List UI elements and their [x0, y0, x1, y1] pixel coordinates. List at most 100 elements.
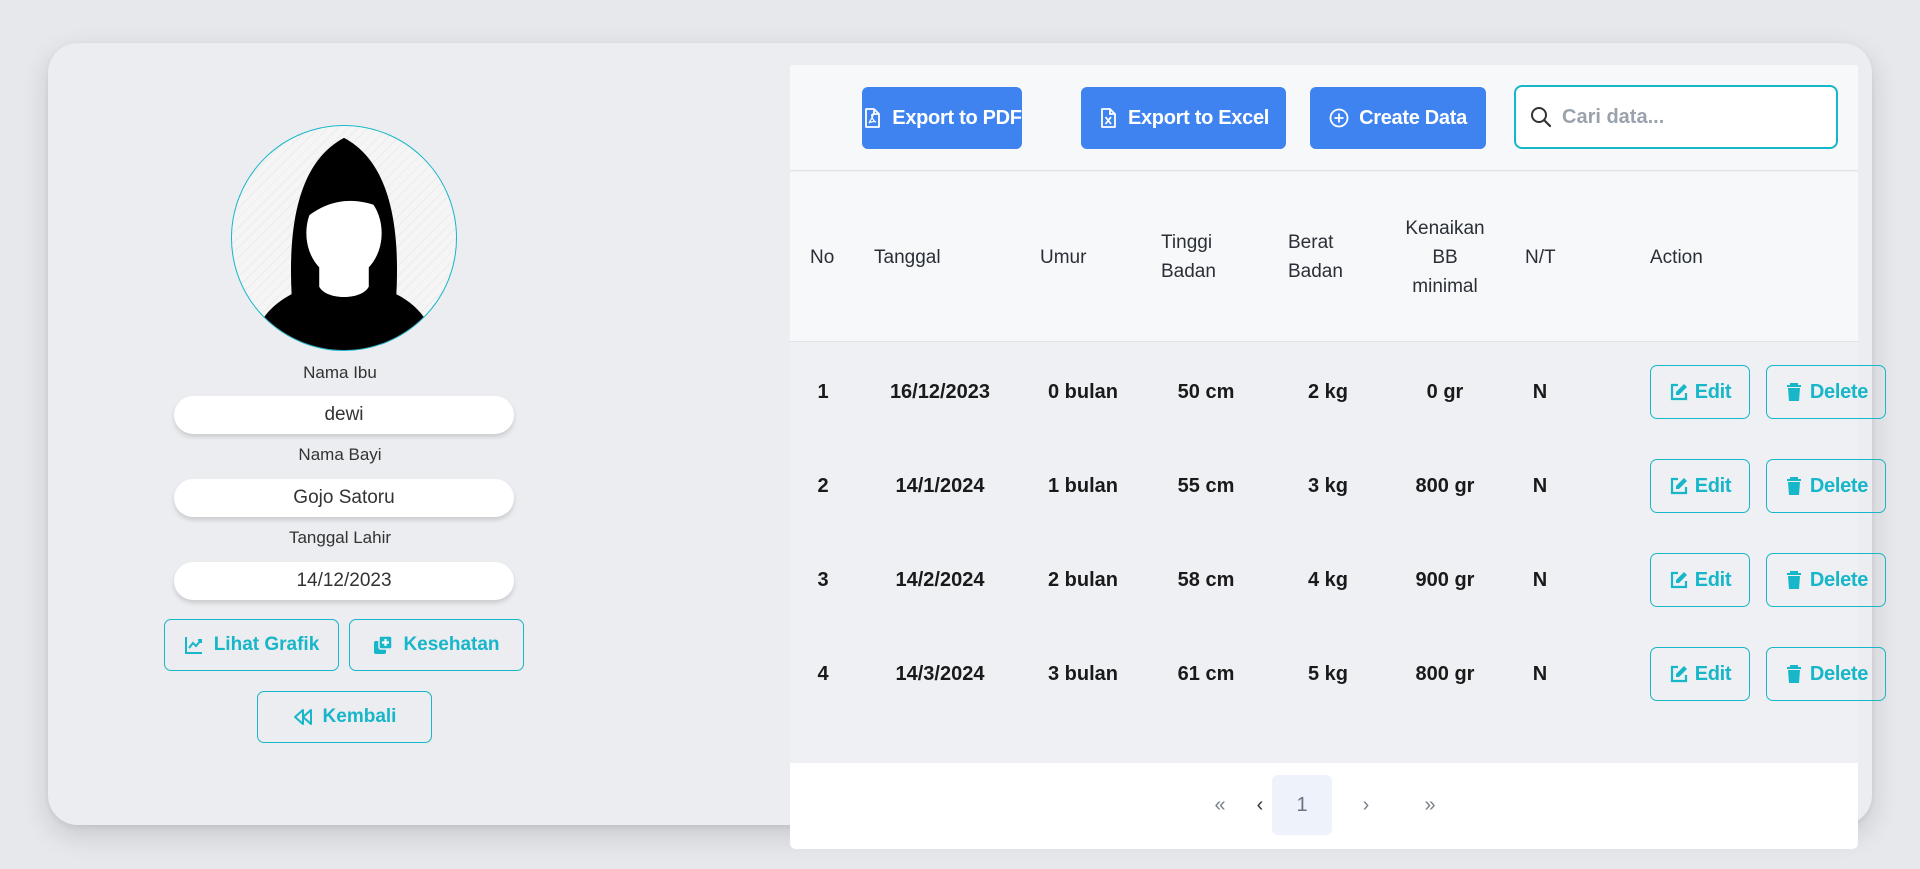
search-input[interactable]: [1562, 105, 1812, 129]
back-button[interactable]: Kembali: [257, 691, 432, 743]
edit-label: Edit: [1694, 380, 1732, 403]
col-action: Action: [1650, 246, 1703, 268]
col-gain-line1: Kenaikan: [1405, 217, 1485, 239]
create-data-label: Create Data: [1359, 106, 1467, 129]
female-avatar-icon: [251, 137, 437, 350]
rewind-icon: [293, 709, 312, 725]
cell-nt: N: [1532, 474, 1548, 497]
export-excel-label: Export to Excel: [1127, 106, 1270, 129]
cell-height: 50 cm: [1177, 380, 1235, 403]
mother-name-value: dewi: [174, 396, 514, 434]
baby-name-value: Gojo Satoru: [174, 479, 514, 517]
trash-icon: [1786, 665, 1801, 683]
last-page-button[interactable]: »: [1400, 775, 1460, 835]
export-pdf-label: Export to PDF: [892, 106, 1022, 129]
edit-label: Edit: [1694, 662, 1732, 685]
cell-no: 3: [817, 568, 829, 591]
cell-no: 4: [817, 662, 829, 685]
delete-label: Delete: [1809, 568, 1869, 591]
col-weight: Berat Badan: [1288, 172, 1343, 342]
table-header: No Tanggal Umur Tinggi Badan Berat Badan…: [790, 172, 1858, 342]
profile-panel: Nama Ibu dewi Nama Bayi Gojo Satoru Tang…: [48, 43, 788, 825]
table-row: 1 16/12/2023 0 bulan 50 cm 2 kg 0 gr N E…: [790, 345, 1886, 439]
cell-gain: 800 gr: [1415, 662, 1475, 685]
edit-icon: [1670, 477, 1687, 495]
trash-icon: [1786, 477, 1801, 495]
cell-no: 2: [817, 474, 829, 497]
cell-height: 55 cm: [1177, 474, 1235, 497]
cell-height: 58 cm: [1177, 568, 1235, 591]
export-excel-button[interactable]: Export to Excel: [1081, 87, 1286, 149]
page-1-button[interactable]: 1: [1272, 775, 1332, 835]
cell-date: 14/1/2024: [895, 474, 985, 497]
search-box[interactable]: [1514, 85, 1838, 149]
delete-label: Delete: [1809, 474, 1869, 497]
excel-file-icon: [1101, 108, 1116, 128]
cell-weight: 5 kg: [1307, 662, 1349, 685]
health-label: Kesehatan: [403, 634, 500, 655]
view-chart-button[interactable]: Lihat Grafik: [164, 619, 339, 671]
edit-icon: [1670, 665, 1687, 683]
table-row: 3 14/2/2024 2 bulan 58 cm 4 kg 900 gr N …: [790, 533, 1886, 627]
cell-age: 0 bulan: [1047, 380, 1118, 403]
col-nt: N/T: [1525, 246, 1556, 268]
data-table-panel: Export to PDF Export to Excel Create Dat…: [790, 65, 1886, 849]
delete-button[interactable]: Delete: [1766, 459, 1886, 513]
col-age: Umur: [1040, 246, 1087, 268]
cell-nt: N: [1532, 568, 1548, 591]
col-weight-line2: Badan: [1288, 261, 1343, 282]
avatar: [231, 125, 457, 351]
cell-no: 1: [817, 380, 829, 403]
cell-weight: 2 kg: [1307, 380, 1349, 403]
delete-button[interactable]: Delete: [1766, 553, 1886, 607]
edit-icon: [1670, 383, 1687, 401]
col-no: No: [810, 246, 835, 268]
edit-button[interactable]: Edit: [1650, 459, 1750, 513]
trash-icon: [1786, 383, 1801, 401]
cell-nt: N: [1532, 662, 1548, 685]
cell-date: 14/2/2024: [895, 568, 985, 591]
plus-circle-icon: [1329, 108, 1349, 128]
cell-weight: 3 kg: [1307, 474, 1349, 497]
toolbar: Export to PDF Export to Excel Create Dat…: [790, 65, 1858, 171]
back-label: Kembali: [322, 706, 397, 727]
next-page-button[interactable]: ›: [1336, 775, 1396, 835]
edit-label: Edit: [1694, 568, 1732, 591]
export-pdf-button[interactable]: Export to PDF: [862, 87, 1022, 149]
cell-nt: N: [1532, 380, 1548, 403]
edit-label: Edit: [1694, 474, 1732, 497]
col-weight-gain: Kenaikan BB minimal: [1400, 172, 1490, 342]
mother-name-label: Nama Ibu: [303, 363, 377, 382]
edit-icon: [1670, 571, 1687, 589]
delete-label: Delete: [1809, 662, 1869, 685]
trash-icon: [1786, 571, 1801, 589]
delete-button[interactable]: Delete: [1766, 365, 1886, 419]
edit-button[interactable]: Edit: [1650, 647, 1750, 701]
pagination: « ‹ 1 › »: [790, 763, 1858, 849]
cell-age: 3 bulan: [1047, 662, 1118, 685]
cell-age: 2 bulan: [1047, 568, 1118, 591]
col-height: Tinggi Badan: [1161, 172, 1216, 342]
edit-button[interactable]: Edit: [1650, 553, 1750, 607]
create-data-button[interactable]: Create Data: [1310, 87, 1486, 149]
col-height-line1: Tinggi: [1161, 232, 1213, 253]
main-card: Nama Ibu dewi Nama Bayi Gojo Satoru Tang…: [48, 43, 1886, 849]
col-height-line2: Badan: [1161, 261, 1216, 282]
delete-button[interactable]: Delete: [1766, 647, 1886, 701]
baby-name-label: Nama Bayi: [298, 445, 382, 464]
health-button[interactable]: Kesehatan: [349, 619, 524, 671]
view-chart-label: Lihat Grafik: [213, 634, 320, 655]
table-row: 2 14/1/2024 1 bulan 55 cm 3 kg 800 gr N …: [790, 439, 1886, 533]
col-weight-line1: Berat: [1288, 232, 1334, 253]
cell-gain: 900 gr: [1415, 568, 1475, 591]
cell-age: 1 bulan: [1047, 474, 1118, 497]
edit-button[interactable]: Edit: [1650, 365, 1750, 419]
cell-gain: 800 gr: [1415, 474, 1475, 497]
col-gain-line2: BB: [1432, 246, 1458, 268]
line-chart-icon: [184, 637, 202, 654]
col-gain-line3: minimal: [1412, 275, 1478, 297]
search-icon: [1531, 107, 1552, 128]
cell-date: 16/12/2023: [889, 380, 991, 403]
col-date: Tanggal: [874, 246, 941, 268]
cell-date: 14/3/2024: [895, 662, 985, 685]
